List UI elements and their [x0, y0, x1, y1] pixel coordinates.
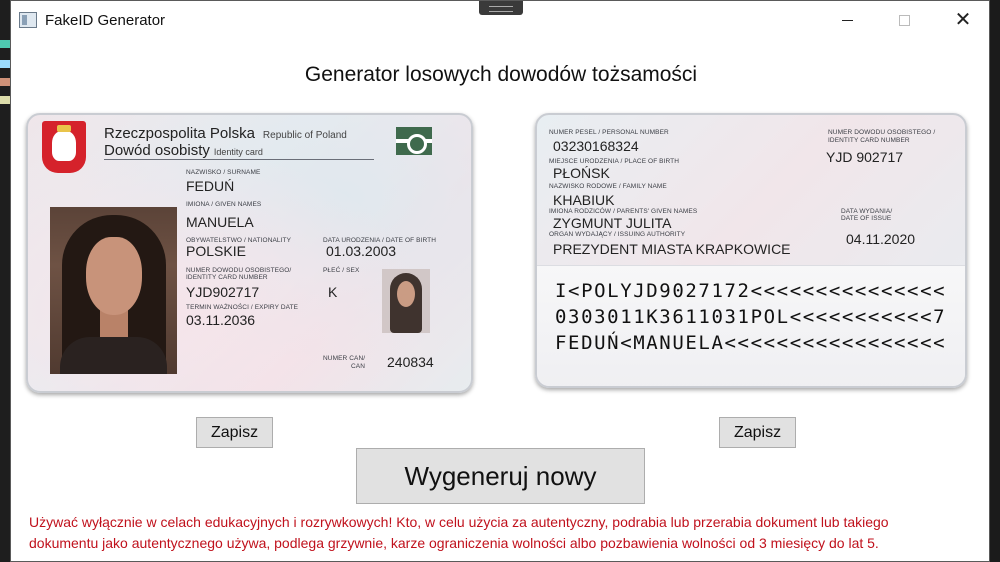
country-name: Rzeczpospolita Polska — [104, 125, 255, 142]
can-label-1: Numer CAN/ — [323, 355, 366, 362]
warning-line-1: Używać wyłącznie w celach edukacyjnych i… — [29, 514, 889, 530]
authority-value: PREZYDENT MIASTA KRAPKOWICE — [553, 241, 791, 257]
pob-value: PŁOŃSK — [553, 165, 610, 181]
authority-label: Organ wydający / Issuing authority — [549, 231, 686, 238]
dob-value: 01.03.2003 — [326, 243, 397, 259]
back-docnum-value: YJD 902717 — [826, 149, 904, 165]
family-name-label: Nazwisko rodowe / Family name — [549, 183, 667, 190]
legal-warning: Używać wyłącznie w celach edukacyjnych i… — [29, 512, 969, 554]
drag-grip-icon[interactable] — [479, 1, 523, 15]
can-label-2: CAN — [351, 363, 366, 370]
doc-type-name: Dowód osobisty — [104, 142, 210, 159]
docnum-label-2: Identity card number — [186, 274, 268, 281]
doc-type-name-en: Identity card — [213, 147, 263, 157]
issue-date-label-2: Date of issue — [841, 215, 892, 222]
minimize-button[interactable] — [824, 1, 870, 39]
parents-value: ZYGMUNT JULITA — [553, 215, 672, 231]
pesel-value: 03230168324 — [553, 138, 639, 154]
id-card-back: Numer PESEL / Personal number 0323016832… — [535, 113, 967, 388]
surname-value: FEDUŃ — [186, 178, 235, 194]
card-doc-type: Dowód osobisty Identity card — [104, 142, 263, 159]
pesel-label: Numer PESEL / Personal number — [549, 129, 669, 136]
surname-label: Nazwisko / Surname — [186, 169, 261, 176]
sex-label: Płeć / Sex — [323, 267, 360, 274]
maximize-icon — [898, 14, 910, 26]
window-title: FakeID Generator — [45, 11, 166, 29]
close-button[interactable]: ✕ — [940, 1, 986, 39]
save-front-button[interactable]: Zapisz — [196, 417, 273, 448]
minimize-icon — [841, 19, 853, 21]
family-name-value: KHABIUK — [553, 192, 615, 208]
country-name-en: Republic of Poland — [262, 130, 347, 141]
app-window: FakeID Generator ✕ Generator losowych do… — [10, 0, 990, 562]
maximize-button[interactable] — [881, 1, 927, 39]
mrz-line-1: I<POLYJD9027172<<<<<<<<<<<<<<< — [555, 280, 947, 302]
close-icon: ✕ — [954, 9, 972, 31]
card-country: Rzeczpospolita Polska Republic of Poland — [104, 125, 347, 142]
background-window-strip — [990, 0, 1000, 562]
app-icon — [19, 12, 37, 28]
title-bar[interactable]: FakeID Generator ✕ — [11, 1, 989, 39]
save-back-button[interactable]: Zapisz — [719, 417, 796, 448]
back-docnum-label-2: Identity card number — [828, 137, 910, 144]
chip-symbol-icon — [396, 127, 432, 155]
given-names-label: Imiona / Given names — [186, 201, 262, 208]
mrz-line-2: 0303011K3611031POL<<<<<<<<<<<7 — [555, 306, 947, 328]
issue-date-value: 04.11.2020 — [846, 231, 916, 247]
sex-value: K — [328, 284, 338, 300]
page-title: Generator losowych dowodów tożsamości — [304, 63, 698, 86]
header-divider — [104, 159, 374, 160]
expiry-label: Termin ważności / Expiry date — [186, 304, 299, 311]
back-docnum-label-1: Numer dowodu osobistego / — [828, 129, 936, 136]
given-names-value: MANUELA — [186, 214, 254, 230]
can-value: 240834 — [387, 354, 434, 370]
expiry-value: 03.11.2036 — [186, 312, 256, 328]
mrz-line-3: FEDUŃ<MANUELA<<<<<<<<<<<<<<<<< — [555, 332, 947, 354]
holder-ghost-photo — [382, 269, 430, 333]
id-card-front: Rzeczpospolita Polska Republic of Poland … — [26, 113, 473, 393]
warning-line-2: dokumentu jako autentycznego używa, podl… — [29, 535, 879, 551]
polish-eagle-emblem-icon — [42, 121, 86, 173]
holder-photo — [50, 207, 177, 374]
generate-new-button[interactable]: Wygeneruj nowy — [356, 448, 645, 504]
docnum-value: YJD902717 — [186, 284, 260, 300]
nationality-value: POLSKIE — [186, 243, 246, 259]
